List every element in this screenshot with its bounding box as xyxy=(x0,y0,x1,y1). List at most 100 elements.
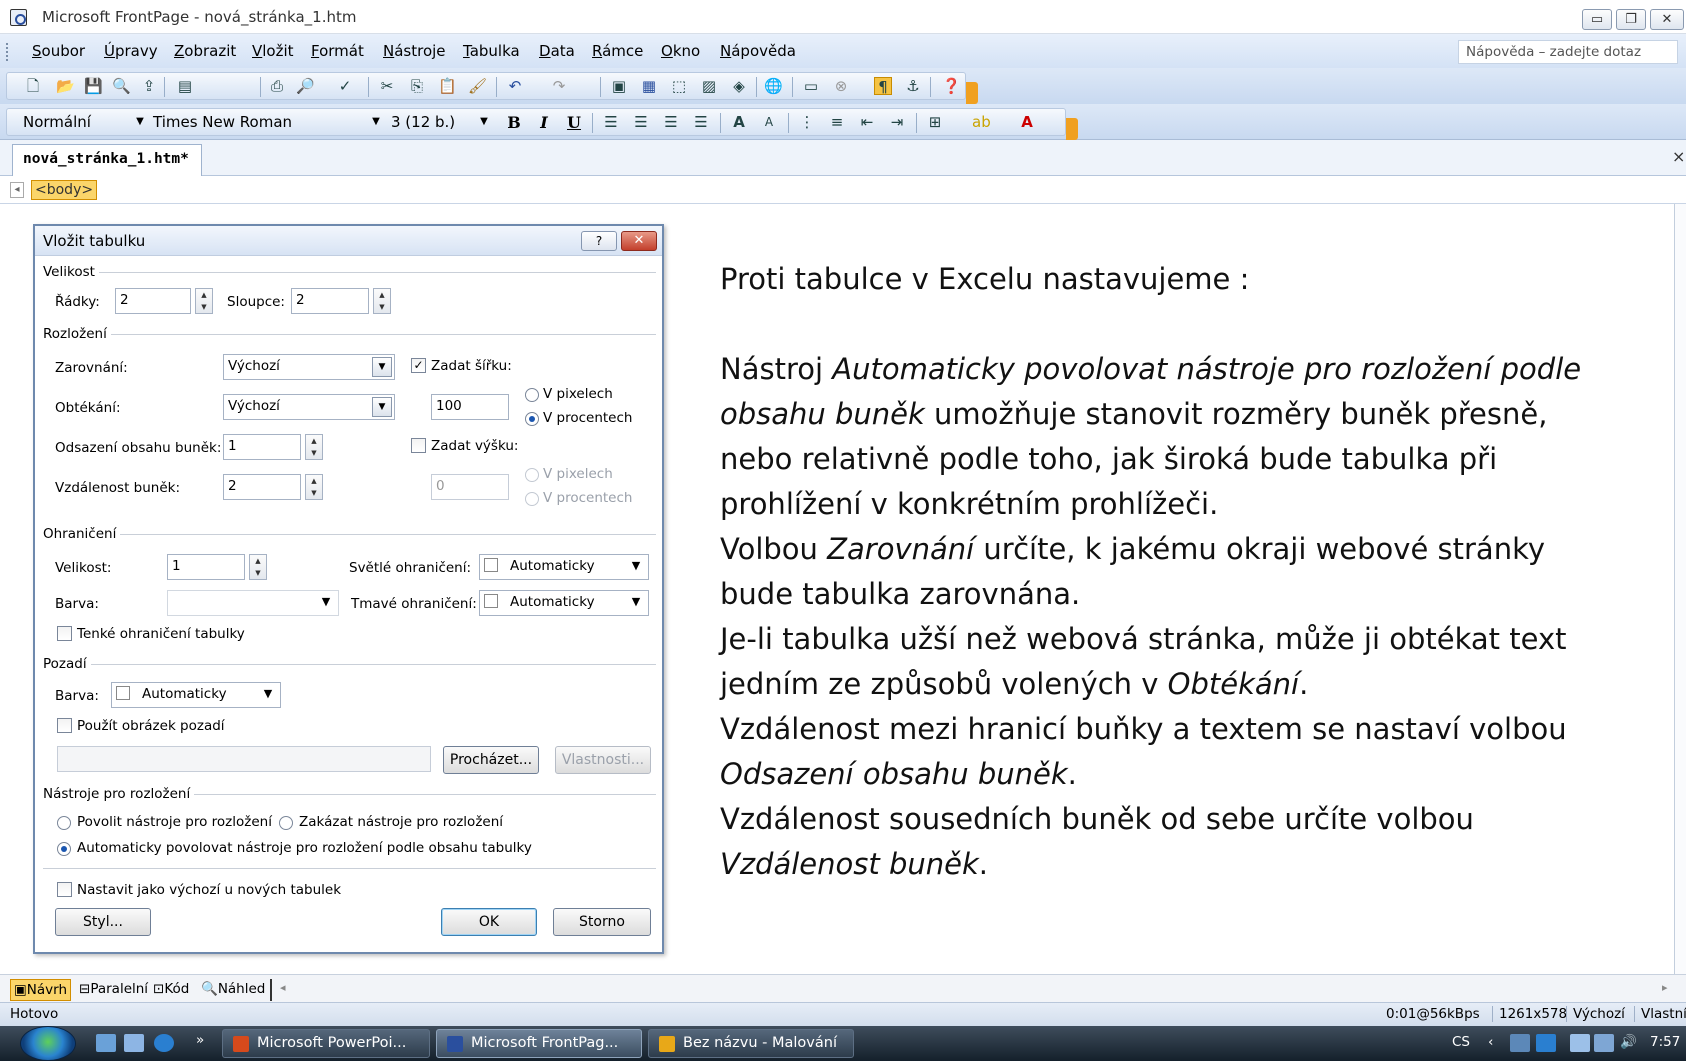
chevron-left-icon[interactable]: ◂ xyxy=(10,182,24,198)
rows-spinner[interactable]: ▲ ▼ xyxy=(195,288,213,314)
restore-button[interactable]: ❐ xyxy=(1616,9,1646,30)
align-center-icon[interactable]: ☰ xyxy=(632,113,650,131)
menu-okno[interactable]: Okno xyxy=(661,42,700,60)
properties-button[interactable]: Vlastnosti... xyxy=(555,746,651,774)
highlight-icon[interactable]: ab xyxy=(972,113,991,131)
internet-explorer-icon[interactable] xyxy=(154,1034,174,1052)
align-select[interactable]: Výchozí ▼ xyxy=(223,354,395,380)
width-pixels-radio[interactable] xyxy=(525,388,539,402)
ok-button[interactable]: OK xyxy=(441,908,537,936)
body-tag-button[interactable]: <body> xyxy=(31,180,98,200)
bg-image-checkbox[interactable] xyxy=(57,718,72,733)
publish-icon[interactable]: ⇪ xyxy=(140,77,158,95)
height-pixels-radio[interactable] xyxy=(525,468,539,482)
close-document-icon[interactable]: × xyxy=(1672,147,1685,166)
menu-data[interactable]: Data xyxy=(539,42,575,60)
app-tray-icon[interactable] xyxy=(1536,1034,1556,1052)
scroll-left-icon[interactable]: ◂ xyxy=(280,981,286,994)
increase-font-icon[interactable]: A xyxy=(730,113,748,131)
chevron-down-icon[interactable]: ▼ xyxy=(316,593,336,613)
bg-color-select[interactable]: Automaticky ▼ xyxy=(111,682,281,708)
insert-table-icon[interactable]: ▦ xyxy=(640,77,658,95)
chevron-down-icon[interactable]: ▼ xyxy=(626,593,646,613)
chevron-down-icon[interactable]: ▼ xyxy=(372,397,392,417)
increase-indent-icon[interactable]: ⇥ xyxy=(888,113,906,131)
bold-button[interactable]: B xyxy=(504,113,524,133)
set-default-checkbox[interactable] xyxy=(57,882,72,897)
menu-ramce[interactable]: Rámce xyxy=(592,42,643,60)
height-percent-radio[interactable] xyxy=(525,492,539,506)
menu-zobrazit[interactable]: Zobrazit xyxy=(174,42,236,60)
bullets-icon[interactable]: ≡ xyxy=(828,113,846,131)
tab-split[interactable]: ⊟Paralelní xyxy=(76,979,151,1001)
spacing-spinner[interactable]: ▲ ▼ xyxy=(305,474,323,500)
browse-button[interactable]: Procházet... xyxy=(443,746,539,774)
width-input[interactable]: 100 xyxy=(431,394,509,420)
layer-icon[interactable]: ▤ xyxy=(176,77,194,95)
network-tray-icon[interactable] xyxy=(1510,1034,1530,1052)
task-paint[interactable]: Bez názvu - Malování xyxy=(648,1029,854,1058)
start-button[interactable] xyxy=(20,1026,76,1061)
border-size-input[interactable]: 1 xyxy=(167,554,245,580)
help-search-input[interactable]: Nápověda – zadejte dotaz xyxy=(1458,40,1678,64)
show-desktop-icon[interactable] xyxy=(96,1034,116,1052)
toolbar-options-icon[interactable] xyxy=(1066,118,1078,140)
enable-tools-radio[interactable] xyxy=(57,816,71,830)
close-button[interactable]: ✕ xyxy=(1650,9,1684,30)
tab-document[interactable]: nová_stránka_1.htm* xyxy=(12,144,202,176)
thin-borders-checkbox[interactable] xyxy=(57,626,72,641)
dark-border-select[interactable]: Automaticky ▼ xyxy=(479,590,649,616)
volume-icon[interactable]: 🔊 xyxy=(1620,1034,1637,1050)
decrease-indent-icon[interactable]: ⇤ xyxy=(858,113,876,131)
chevron-down-icon[interactable]: ▼ xyxy=(258,685,278,705)
justify-icon[interactable]: ☰ xyxy=(692,113,710,131)
more-quicklaunch-icon[interactable]: » xyxy=(196,1032,204,1048)
cut-icon[interactable]: ✂ xyxy=(378,77,396,95)
clock[interactable]: 7:57 xyxy=(1650,1034,1680,1050)
tab-design[interactable]: ▣Návrh xyxy=(10,979,71,1001)
border-color-select[interactable]: ▼ xyxy=(167,590,339,616)
display-tray-icon[interactable] xyxy=(1594,1034,1614,1052)
save-icon[interactable]: 💾 xyxy=(84,77,103,95)
new-page-icon[interactable]: 🗋 xyxy=(24,77,42,95)
bg-image-path-input[interactable] xyxy=(57,746,431,772)
align-right-icon[interactable]: ☰ xyxy=(662,113,680,131)
dialog-help-button[interactable]: ? xyxy=(581,231,617,251)
frontpage-app-icon[interactable] xyxy=(10,9,27,26)
height-input[interactable]: 0 xyxy=(431,474,509,500)
menu-soubor[interactable]: Soubor xyxy=(32,42,85,60)
menu-grip[interactable] xyxy=(6,43,9,61)
spacing-input[interactable]: 2 xyxy=(223,474,301,500)
menu-format[interactable]: Formát xyxy=(311,42,364,60)
stop-icon[interactable]: ⊗ xyxy=(832,77,850,95)
paste-icon[interactable]: 📋 xyxy=(438,77,457,95)
bookmark-icon[interactable]: ⚓ xyxy=(904,77,922,95)
height-checkbox[interactable] xyxy=(411,438,426,453)
hyperlink-icon[interactable]: 🌐 xyxy=(764,77,783,95)
cancel-button[interactable]: Storno xyxy=(553,908,651,936)
decrease-font-icon[interactable]: A xyxy=(760,113,778,131)
drawing-icon[interactable]: ◈ xyxy=(730,77,748,95)
chevron-down-icon[interactable]: ▼ xyxy=(476,111,492,133)
search-icon[interactable]: 🔍 xyxy=(112,77,131,95)
italic-button[interactable]: I xyxy=(534,113,554,133)
show-all-icon[interactable]: ¶ xyxy=(874,77,892,96)
toolbar-options-icon[interactable] xyxy=(966,82,978,104)
chevron-down-icon[interactable]: ▼ xyxy=(626,557,646,577)
menu-napoveda[interactable]: Nápověda xyxy=(720,42,796,60)
borders-icon[interactable]: ⊞ xyxy=(926,113,944,131)
minimize-button[interactable]: ▭ xyxy=(1582,9,1612,30)
tab-preview[interactable]: 🔍Náhled xyxy=(198,979,268,1001)
copy-icon[interactable]: ⎘ xyxy=(408,77,426,95)
preview-icon[interactable]: 🔎 xyxy=(296,77,315,95)
menu-nastroje[interactable]: Nástroje xyxy=(383,42,446,60)
light-border-select[interactable]: Automaticky ▼ xyxy=(479,554,649,580)
font-size-select[interactable]: 3 (12 b.) ▼ xyxy=(386,111,492,135)
underline-button[interactable]: U xyxy=(564,113,584,133)
task-frontpage[interactable]: Microsoft FrontPag... xyxy=(436,1029,642,1058)
disable-tools-radio[interactable] xyxy=(279,816,293,830)
undo-icon[interactable]: ↶ xyxy=(506,77,524,95)
task-powerpoint[interactable]: Microsoft PowerPoi... xyxy=(222,1029,430,1058)
format-painter-icon[interactable]: 🖌 xyxy=(468,77,487,95)
menu-upravy[interactable]: Úpravy xyxy=(104,42,158,60)
